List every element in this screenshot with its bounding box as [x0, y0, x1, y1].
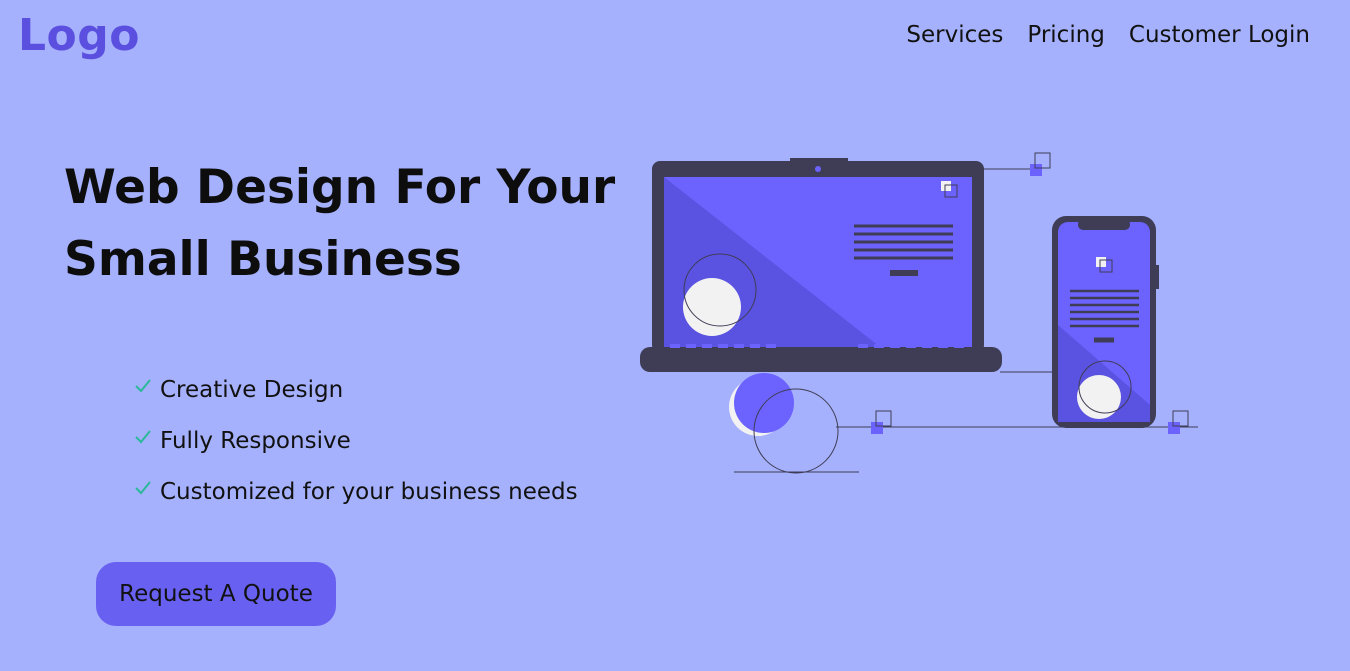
hero-title-line-1: Web Design For Your — [64, 160, 616, 215]
feature-label: Customized for your business needs — [160, 478, 578, 505]
feature-list: Creative Design Fully Responsive Customi… — [134, 364, 578, 517]
hero-title: Web Design For Your Small Business — [64, 152, 624, 296]
check-icon — [135, 480, 151, 494]
feature-item: Customized for your business needs — [134, 466, 578, 517]
check-icon — [135, 378, 151, 392]
feature-item: Fully Responsive — [134, 415, 578, 466]
main-nav: Services Pricing Customer Login — [906, 22, 1310, 48]
nav-link-services[interactable]: Services — [906, 22, 1003, 48]
hero-title-line-2: Small Business — [64, 232, 462, 287]
feature-label: Creative Design — [160, 376, 344, 403]
nav-link-pricing[interactable]: Pricing — [1027, 22, 1105, 48]
nav-link-customer-login[interactable]: Customer Login — [1129, 22, 1310, 48]
request-quote-button[interactable]: Request A Quote — [96, 562, 336, 626]
logo[interactable]: Logo — [18, 10, 140, 61]
check-icon — [135, 429, 151, 443]
feature-item: Creative Design — [134, 364, 578, 415]
feature-label: Fully Responsive — [160, 427, 351, 454]
laptop-phone-illustration — [640, 152, 1198, 474]
landing-page: Logo Services Pricing Customer Login Web… — [0, 0, 1350, 671]
